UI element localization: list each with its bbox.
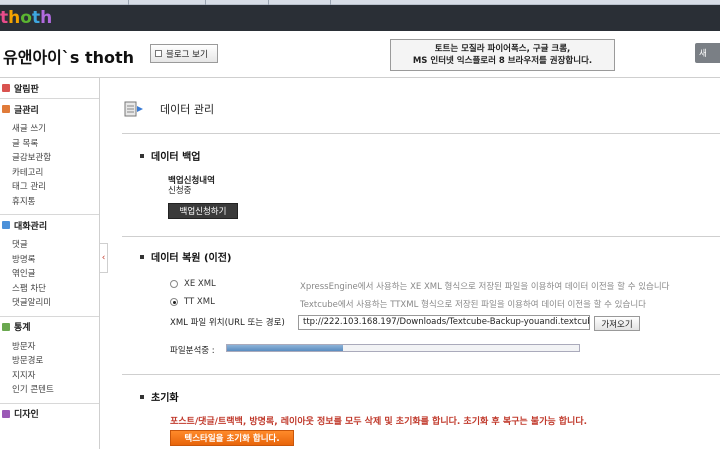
sidebar-item-trackbacks[interactable]: 엮인글 — [12, 267, 99, 282]
logo-letter: o — [20, 8, 32, 28]
radio-option-tt-xml[interactable]: TT XML — [170, 297, 215, 307]
sidebar-item-spam[interactable]: 스팸 차단 — [12, 282, 99, 297]
sidebar-item-dashboard[interactable]: 알림판 — [0, 78, 99, 98]
top-bar: t h o t h — [0, 5, 720, 31]
sidebar-item-referrers[interactable]: 방문경로 — [12, 354, 99, 369]
radio-label: XE XML — [184, 279, 216, 289]
backup-title: 데이터 백업 — [151, 152, 201, 163]
sidebar-section-stats: 통계 방문자 방문경로 지지자 인기 콘텐트 — [0, 317, 99, 404]
bullet-icon — [140, 394, 144, 399]
logo-letter: t — [31, 8, 41, 28]
sidebar-section-communication: 대화관리 댓글 방명록 엮인글 스팸 차단 댓글알리미 — [0, 215, 99, 317]
sidebar-item-comments[interactable]: 댓글 — [12, 238, 99, 253]
progress-fill — [227, 345, 344, 351]
sidebar-item-supporters[interactable]: 지지자 — [12, 369, 99, 384]
sidebar-item-category[interactable]: 카테고리 — [12, 166, 99, 181]
analysis-progress-bar — [226, 344, 580, 352]
radio-button[interactable] — [170, 280, 178, 288]
new-post-button[interactable]: 새 — [695, 43, 720, 63]
window-icon — [155, 50, 162, 57]
sidebar-submenu: 방문자 방문경로 지지자 인기 콘텐트 — [0, 337, 99, 403]
restore-title: 데이터 복원 (이전) — [151, 253, 232, 264]
page-title: 데이터 관리 — [160, 103, 215, 116]
logo-letter: h — [40, 8, 53, 28]
logo-letter: h — [8, 8, 21, 28]
option-description: XpressEngine에서 사용하는 XE XML 형식으로 저장된 파일을 … — [300, 282, 670, 292]
sidebar-head-stats[interactable]: 통계 — [0, 317, 99, 337]
main-content: 데이터 관리 데이터 백업 백업신청내역 신청중 백업신청하기 데이터 복원 (… — [108, 78, 720, 449]
sidebar-item-comment-notifier[interactable]: 댓글알리미 — [12, 296, 99, 311]
blog-title: 유앤아이`s thoth — [3, 48, 135, 67]
sidebar-section-design: 디자인 — [0, 404, 99, 424]
divider — [122, 374, 720, 375]
sidebar-item-guestbook[interactable]: 방명록 — [12, 253, 99, 268]
sidebar-collapse-handle[interactable]: ‹ — [99, 243, 108, 273]
fetch-button[interactable]: 가져오기 — [594, 316, 640, 331]
option-description: Textcube에서 사용하는 TTXML 형식으로 저장된 파일을 이용하여 … — [300, 300, 646, 310]
xml-path-label: XML 파일 위치(URL 또는 경로) — [170, 318, 285, 328]
page-header: 데이터 관리 — [124, 98, 214, 120]
backup-request-button[interactable]: 백업신청하기 — [168, 203, 238, 219]
notice-line: 토트는 모질라 파이어폭스, 구글 크롬, — [434, 44, 571, 54]
notice-line: MS 인터넷 익스플로러 8 브라우저를 권장합니다. — [412, 56, 593, 66]
sidebar-item-drafts[interactable]: 글감보관함 — [12, 151, 99, 166]
board-icon — [2, 84, 10, 92]
sidebar-head-design[interactable]: 디자인 — [0, 404, 99, 424]
reset-button[interactable]: 텍스타일을 초기화 합니다. — [170, 430, 294, 446]
sidebar-item-new-post[interactable]: 새글 쓰기 — [12, 122, 99, 137]
radio-button[interactable] — [170, 298, 178, 306]
header: 유앤아이`s thoth 블로그 보기 토트는 모질라 파이어폭스, 구글 크롬… — [0, 31, 720, 78]
sidebar-item-trash[interactable]: 휴지통 — [12, 195, 99, 210]
sidebar-item-popular[interactable]: 인기 콘텐트 — [12, 383, 99, 398]
browser-notice: 토트는 모질라 파이어폭스, 구글 크롬, MS 인터넷 익스플로러 8 브라우… — [390, 39, 615, 71]
design-icon — [2, 409, 10, 418]
sidebar-section-notice: 알림판 — [0, 78, 99, 99]
sidebar-item-tags[interactable]: 태그 관리 — [12, 180, 99, 195]
blog-view-button[interactable]: 블로그 보기 — [150, 44, 218, 63]
blog-view-label: 블로그 보기 — [166, 49, 208, 60]
sidebar-head-label: 디자인 — [14, 410, 39, 420]
sidebar-head-posts[interactable]: 글관리 — [0, 99, 99, 119]
sidebar-head-label: 통계 — [14, 323, 31, 333]
sidebar-submenu: 댓글 방명록 엮인글 스팸 차단 댓글알리미 — [0, 235, 99, 316]
sidebar-head-label: 대화관리 — [14, 221, 48, 232]
restore-section-title: 데이터 복원 (이전) — [140, 249, 232, 264]
sidebar-head-communication[interactable]: 대화관리 — [0, 215, 99, 235]
logo-letter: t — [0, 8, 9, 28]
thoth-logo[interactable]: t h o t h — [0, 8, 52, 28]
sidebar-head-label: 알림판 — [14, 84, 39, 95]
backup-status-value: 신청중 — [168, 186, 192, 196]
chat-icon — [2, 221, 10, 229]
backup-section-title: 데이터 백업 — [140, 148, 200, 163]
progress-label: 파일분석중 : — [170, 346, 215, 356]
data-manage-icon — [124, 101, 143, 117]
reset-section-title: 초기화 — [140, 389, 179, 404]
bullet-icon — [140, 254, 144, 259]
bullet-icon — [140, 153, 144, 158]
sidebar-section-posts: 글관리 새글 쓰기 글 목록 글감보관함 카테고리 태그 관리 휴지통 — [0, 99, 99, 215]
radio-option-xe-xml[interactable]: XE XML — [170, 279, 216, 289]
xml-path-input[interactable]: ttp://222.103.168.197/Downloads/Textcube… — [298, 315, 590, 330]
reset-warning: 포스트/댓글/트랙백, 방명록, 레이아웃 정보를 모두 삭제 및 초기화를 합… — [170, 417, 588, 427]
post-icon — [2, 105, 10, 113]
reset-title: 초기화 — [151, 393, 179, 404]
sidebar: 알림판 글관리 새글 쓰기 글 목록 글감보관함 카테고리 태그 관리 휴지통 … — [0, 78, 100, 449]
sidebar-submenu: 새글 쓰기 글 목록 글감보관함 카테고리 태그 관리 휴지통 — [0, 119, 99, 214]
divider — [122, 133, 720, 134]
divider — [122, 236, 720, 237]
sidebar-head-label: 글관리 — [14, 105, 39, 116]
radio-label: TT XML — [184, 297, 215, 307]
stats-icon — [2, 322, 10, 331]
sidebar-item-visitors[interactable]: 방문자 — [12, 340, 99, 355]
sidebar-item-post-list[interactable]: 글 목록 — [12, 137, 99, 152]
